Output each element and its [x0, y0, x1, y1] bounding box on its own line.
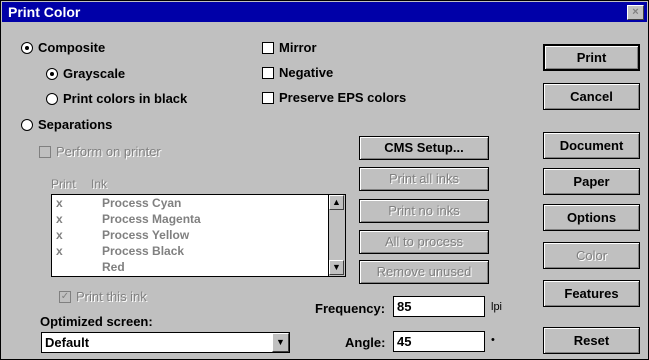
- frequency-label: Frequency:: [315, 301, 386, 316]
- features-button[interactable]: Features: [543, 280, 640, 307]
- ink-name: Process Magenta: [102, 212, 201, 226]
- list-header-ink: Ink: [91, 177, 108, 191]
- frequency-input[interactable]: 85: [393, 296, 485, 317]
- print-black-radio-icon[interactable]: [46, 93, 58, 105]
- optimized-screen-value: Default: [45, 335, 90, 350]
- close-icon[interactable]: ×: [627, 5, 644, 20]
- title-bar[interactable]: Print Color ×: [2, 2, 647, 22]
- separations-radio-icon[interactable]: [21, 119, 33, 131]
- remove-unused-button[interactable]: Remove unused: [359, 260, 489, 284]
- negative-checkbox[interactable]: [262, 67, 274, 79]
- ink-list[interactable]: x Process Cyan x Process Magenta x Proce…: [51, 194, 346, 277]
- print-all-inks-button[interactable]: Print all inks: [359, 167, 489, 191]
- all-to-process-button[interactable]: All to process: [359, 230, 489, 254]
- angle-label: Angle:: [345, 335, 386, 350]
- ink-name: Process Yellow: [102, 228, 190, 242]
- window-title: Print Color: [8, 4, 81, 20]
- options-button[interactable]: Options: [543, 204, 640, 231]
- paper-button[interactable]: Paper: [543, 168, 640, 195]
- ink-name: Process Black: [102, 244, 185, 258]
- cancel-button[interactable]: Cancel: [543, 83, 640, 110]
- mirror-checkbox[interactable]: [262, 42, 274, 54]
- perform-on-printer-label: Perform on printer: [56, 144, 161, 159]
- negative-label[interactable]: Negative: [279, 65, 333, 80]
- preserve-eps-checkbox[interactable]: [262, 92, 274, 104]
- composite-radio-icon[interactable]: [21, 42, 33, 54]
- reset-button[interactable]: Reset: [543, 327, 640, 354]
- scroll-up-icon[interactable]: ▲: [329, 195, 344, 210]
- ink-name: Red: [102, 260, 125, 274]
- print-this-ink-checkbox[interactable]: ✓: [59, 291, 71, 303]
- scroll-down-icon[interactable]: ▼: [329, 260, 344, 275]
- list-item[interactable]: Red: [52, 260, 330, 275]
- composite-label[interactable]: Composite: [38, 40, 105, 55]
- print-no-inks-button[interactable]: Print no inks: [359, 199, 489, 223]
- frequency-unit: lpi: [491, 301, 503, 313]
- grayscale-label[interactable]: Grayscale: [63, 66, 125, 81]
- print-black-label[interactable]: Print colors in black: [63, 91, 187, 106]
- preserve-eps-label[interactable]: Preserve EPS colors: [279, 90, 406, 105]
- ink-print-flag: x: [56, 196, 63, 210]
- list-item[interactable]: x Process Magenta: [52, 212, 330, 227]
- list-header-print: Print: [51, 177, 76, 191]
- document-button[interactable]: Document: [543, 132, 640, 159]
- optimized-screen-label: Optimized screen:: [40, 314, 153, 329]
- ink-print-flag: x: [56, 244, 63, 258]
- list-item[interactable]: x Process Cyan: [52, 196, 330, 211]
- perform-on-printer-checkbox[interactable]: [39, 146, 51, 158]
- angle-input[interactable]: 45: [393, 331, 485, 352]
- color-button[interactable]: Color: [543, 242, 640, 269]
- separations-label[interactable]: Separations: [38, 117, 112, 132]
- print-button[interactable]: Print: [543, 44, 640, 71]
- list-item[interactable]: x Process Black: [52, 244, 330, 259]
- cms-setup-button[interactable]: CMS Setup...: [359, 136, 489, 160]
- grayscale-radio-icon[interactable]: [46, 68, 58, 80]
- ink-print-flag: x: [56, 228, 63, 242]
- ink-print-flag: x: [56, 212, 63, 226]
- mirror-label[interactable]: Mirror: [279, 40, 317, 55]
- list-scrollbar[interactable]: ▲ ▼: [328, 195, 345, 276]
- ink-name: Process Cyan: [102, 196, 182, 210]
- print-color-dialog: Print Color × Composite Grayscale Print …: [0, 0, 649, 360]
- print-this-ink-label: Print this ink: [76, 289, 147, 304]
- angle-unit: •: [491, 334, 495, 346]
- optimized-screen-select[interactable]: Default ▼: [41, 332, 290, 353]
- list-item[interactable]: x Process Yellow: [52, 228, 330, 243]
- chevron-down-icon[interactable]: ▼: [272, 333, 289, 352]
